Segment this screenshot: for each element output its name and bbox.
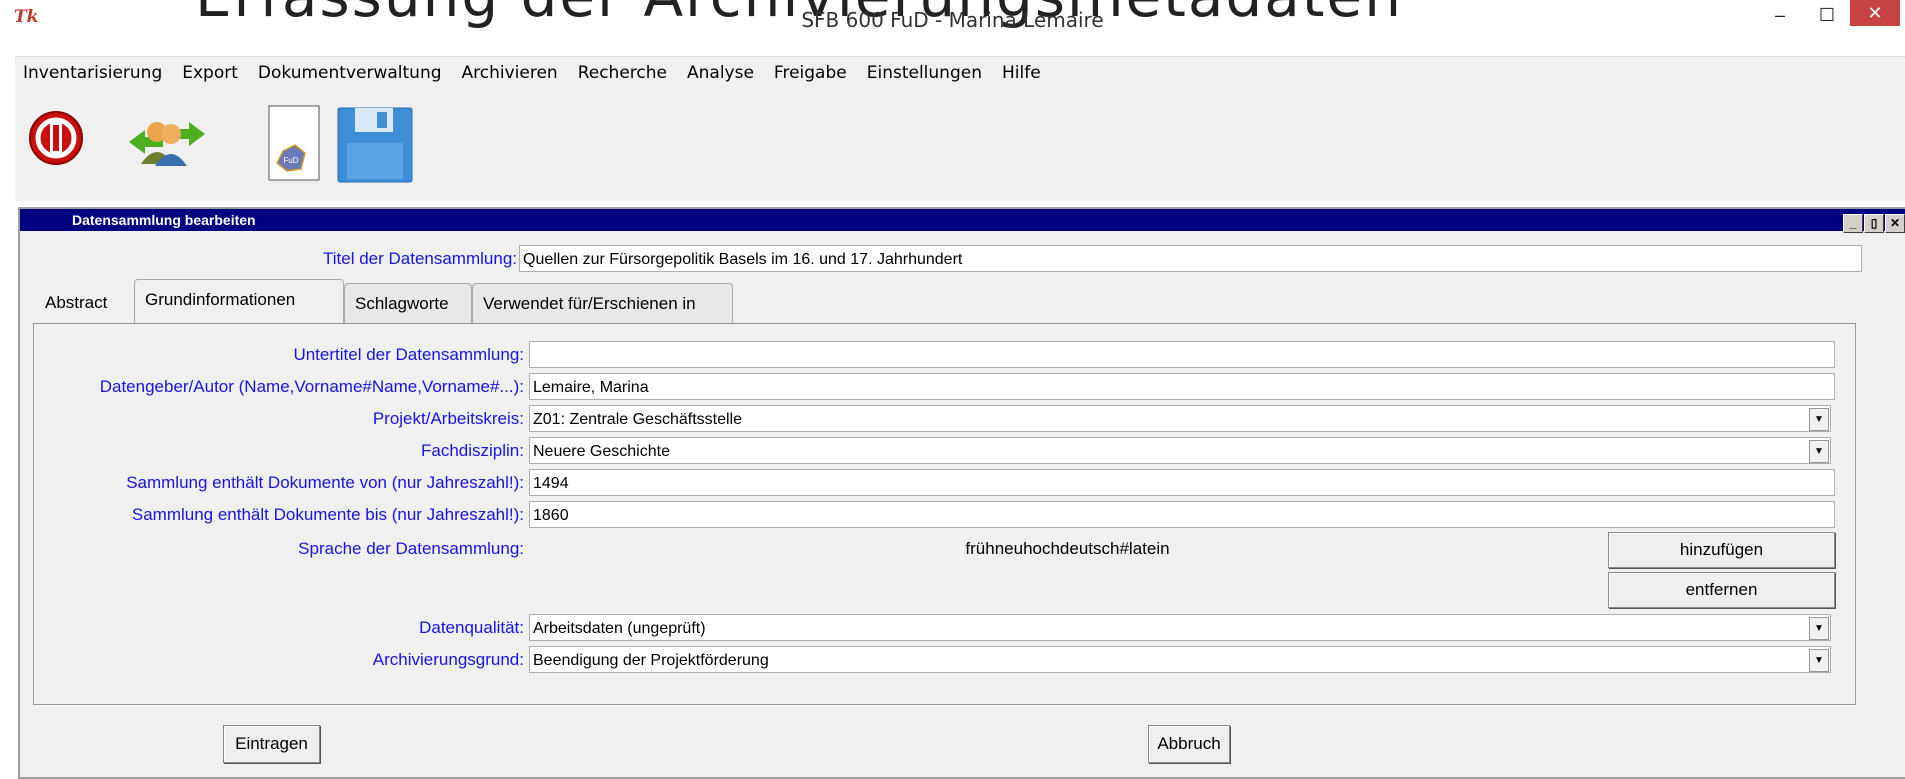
window-titlebar: Erfassung der Archivierungsmetadaten Tk … <box>0 0 1905 33</box>
tab-schlagworte[interactable]: Schlagworte <box>344 283 472 323</box>
power-icon[interactable] <box>28 110 84 171</box>
menu-hilfe[interactable]: Hilfe <box>994 57 1049 89</box>
tab-grundinformationen[interactable]: Grundinformationen <box>134 279 344 323</box>
projekt-select[interactable]: Z01: Zentrale Geschäftsstelle ▼ <box>529 405 1831 432</box>
chevron-down-icon[interactable]: ▼ <box>1809 408 1829 431</box>
fach-select[interactable]: Neuere Geschichte ▼ <box>529 437 1831 464</box>
qualitaet-select[interactable]: Arbeitsdaten (ungeprüft) ▼ <box>529 614 1831 641</box>
fud-badge-text: FuD <box>283 156 298 165</box>
frame-maximize-button[interactable]: ▯ <box>1864 214 1884 233</box>
von-label: Sammlung enthält Dokumente von (nur Jahr… <box>126 473 524 492</box>
frame-title: Datensammlung bearbeiten <box>72 212 256 228</box>
close-button[interactable]: ✕ <box>1850 0 1900 26</box>
cancel-button[interactable]: Abbruch <box>1148 725 1230 763</box>
von-input[interactable]: 1494 <box>529 469 1835 496</box>
menu-recherche[interactable]: Recherche <box>570 57 675 89</box>
menu-dokumentverwaltung[interactable]: Dokumentverwaltung <box>250 57 450 89</box>
menu-bar: Inventarisierung Export Dokumentverwaltung… <box>15 56 1905 89</box>
projekt-label: Projekt/Arbeitskreis: <box>372 409 524 428</box>
untertitel-input[interactable] <box>529 341 1835 368</box>
menu-einstellungen[interactable]: Einstellungen <box>859 57 990 89</box>
tab-verwendet[interactable]: Verwendet für/Erschienen in <box>472 283 733 323</box>
maximize-button[interactable]: ☐ <box>1812 0 1842 30</box>
grund-value: Beendigung der Projektförderung <box>533 652 769 669</box>
menu-archivieren[interactable]: Archivieren <box>454 57 566 89</box>
fach-value: Neuere Geschichte <box>533 443 670 460</box>
tab-abstract[interactable]: Abstract <box>35 283 117 323</box>
chevron-down-icon[interactable]: ▼ <box>1809 649 1829 672</box>
chevron-down-icon[interactable]: ▼ <box>1809 617 1829 640</box>
grund-label: Archivierungsgrund: <box>372 650 524 669</box>
qualitaet-value: Arbeitsdaten (ungeprüft) <box>533 620 706 637</box>
sprache-label: Sprache der Datensammlung: <box>298 539 524 558</box>
fud-document-icon[interactable]: FuD <box>265 105 321 188</box>
bis-input[interactable]: 1860 <box>529 501 1835 528</box>
menu-export[interactable]: Export <box>174 57 246 89</box>
grund-select[interactable]: Beendigung der Projektförderung ▼ <box>529 646 1831 673</box>
autor-input[interactable]: Lemaire, Marina <box>529 373 1835 400</box>
user-exchange-icon[interactable] <box>127 112 207 173</box>
toolbar: FuD <box>15 88 1905 201</box>
add-language-button[interactable]: hinzufügen <box>1608 532 1835 568</box>
window-title: SFB 600 FuD - Marina Lemaire <box>801 8 1104 32</box>
minimize-button[interactable]: – <box>1765 0 1795 30</box>
menu-analyse[interactable]: Analyse <box>679 57 762 89</box>
submit-button[interactable]: Eintragen <box>223 725 320 763</box>
chevron-down-icon[interactable]: ▼ <box>1809 440 1829 463</box>
save-disk-icon[interactable] <box>337 107 413 188</box>
autor-label: Datengeber/Autor (Name,Vorname#Name,Vorn… <box>99 377 524 396</box>
frame-minimize-button[interactable]: _ <box>1843 214 1863 233</box>
sprache-list[interactable]: frühneuhochdeutsch#latein <box>530 539 1605 559</box>
untertitel-label: Untertitel der Datensammlung: <box>293 345 524 364</box>
frame-close-button[interactable]: ✕ <box>1885 214 1905 233</box>
projekt-value: Z01: Zentrale Geschäftsstelle <box>533 411 742 428</box>
frame-titlebar: Datensammlung bearbeiten _ ▯ ✕ <box>20 209 1905 233</box>
bis-label: Sammlung enthält Dokumente bis (nur Jahr… <box>131 505 524 524</box>
fach-label: Fachdisziplin: <box>421 441 524 460</box>
remove-language-button[interactable]: entfernen <box>1608 572 1835 608</box>
qualitaet-label: Datenqualität: <box>419 618 524 637</box>
title-label: Titel der Datensammlung: <box>322 249 517 268</box>
menu-freigabe[interactable]: Freigabe <box>766 57 855 89</box>
title-input[interactable]: Quellen zur Fürsorgepolitik Basels im 16… <box>519 245 1862 272</box>
menu-inventarisierung[interactable]: Inventarisierung <box>15 57 170 89</box>
